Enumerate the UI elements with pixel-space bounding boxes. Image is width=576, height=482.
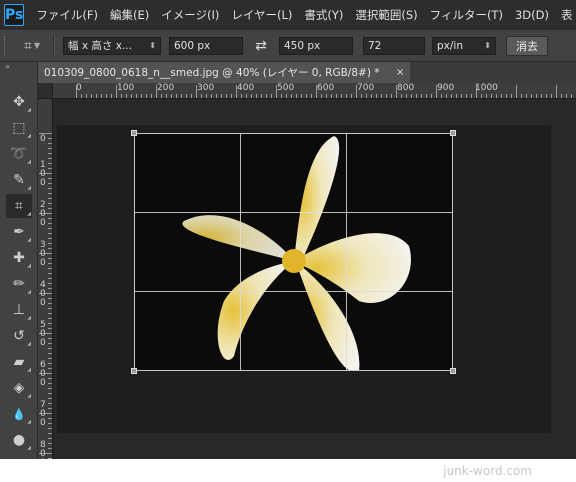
- resolution-input[interactable]: 72: [363, 36, 425, 55]
- menu-view[interactable]: 表: [561, 7, 573, 23]
- divider: [53, 34, 55, 57]
- menu-layer[interactable]: レイヤー(L): [231, 7, 292, 23]
- menu-file[interactable]: ファイル(F): [36, 7, 98, 23]
- clone-stamp-tool-icon: ⊥: [12, 302, 26, 318]
- photoshop-logo: Ps: [4, 4, 25, 26]
- vertical-ruler[interactable]: 0 1 0 0 2 0 0 3 0 0 4 0 0 5 0 0 6 0 0 7 …: [38, 99, 53, 459]
- crop-handle-bottom-right[interactable]: [450, 368, 456, 374]
- crop-handle-top-right[interactable]: [450, 130, 456, 136]
- eyedropper-tool[interactable]: ✒ ◢: [6, 220, 32, 244]
- quick-selection-tool-icon: ✎: [13, 172, 25, 188]
- close-icon[interactable]: ×: [396, 62, 408, 83]
- menu-type[interactable]: 書式(Y): [304, 7, 343, 23]
- healing-brush-tool[interactable]: ✚ ◢: [6, 246, 32, 270]
- eraser-tool[interactable]: ▰ ◢: [6, 350, 32, 374]
- watermark-text: junk-word.com: [443, 463, 532, 478]
- ruler-label: 6 0 0: [40, 360, 46, 388]
- lasso-tool-icon: ➰: [10, 146, 28, 162]
- crop-tool[interactable]: ⌗ ◢: [6, 194, 32, 218]
- eyedropper-tool-icon: ✒: [13, 224, 25, 240]
- document-tab-bar: 010309_0800_0618_n__smed.jpg @ 40% (レイヤー…: [38, 62, 576, 83]
- blur-tool-icon: 💧: [12, 407, 26, 421]
- updown-arrow-icon: ⬍: [149, 41, 156, 50]
- crop-handle-top-left[interactable]: [131, 130, 137, 136]
- crop-box[interactable]: [134, 133, 453, 371]
- updown-arrow-icon: ⬍: [484, 41, 491, 50]
- crop-grid-line: [135, 212, 452, 213]
- history-brush-tool-icon: ↺: [13, 328, 25, 344]
- marquee-tool[interactable]: ⬚ ◢: [6, 116, 32, 140]
- clone-stamp-tool[interactable]: ⊥ ◢: [6, 298, 32, 322]
- document-tab-title: 010309_0800_0618_n__smed.jpg @ 40% (レイヤー…: [44, 67, 380, 79]
- ruler-label: 200: [157, 83, 175, 93]
- ruler-label: 800: [397, 83, 415, 93]
- ruler-label: 400: [237, 83, 255, 93]
- ruler-label: 3 0 0: [40, 240, 46, 268]
- clear-button[interactable]: 消去: [506, 35, 548, 56]
- ruler-label: 100: [117, 83, 135, 93]
- resolution-unit-label: px/in: [437, 39, 463, 52]
- height-input[interactable]: 450 px: [279, 36, 353, 55]
- ruler-label: 300: [197, 83, 215, 93]
- marquee-tool-icon: ⬚: [12, 120, 26, 136]
- ruler-label: 5 0 0: [40, 320, 46, 348]
- crop-grid-line: [240, 134, 241, 370]
- document-tab[interactable]: 010309_0800_0618_n__smed.jpg @ 40% (レイヤー…: [38, 62, 410, 83]
- width-input[interactable]: 600 px: [169, 36, 243, 55]
- ruler-label: 2 0 0: [40, 200, 46, 228]
- ruler-label: 1 0 0: [40, 160, 46, 188]
- dodge-tool-icon: ●: [12, 432, 26, 448]
- healing-brush-tool-icon: ✚: [13, 250, 25, 266]
- move-tool-icon: ✥: [13, 94, 25, 110]
- aspect-ratio-label: 幅 x 高さ x...: [68, 40, 132, 52]
- aspect-ratio-dropdown[interactable]: 幅 x 高さ x... ⬍: [63, 36, 161, 55]
- ruler-label: 700: [357, 83, 375, 93]
- tools-panel: » ✥ ◢ ⬚ ◢ ➰ ◢ ✎ ◢ ⌗ ◢ ✒ ◢ ✚ ◢ ✏ ◢ ⊥ ◢ ↺ ◢ ▰ ◢ ◈ ◢ 💧 ◢…: [0, 62, 38, 482]
- options-bar: ⌗ ▼ 幅 x 高さ x... ⬍ 600 px ⇄ 450 px 72 px/i…: [0, 30, 576, 62]
- menu-filter[interactable]: フィルター(T): [430, 7, 503, 23]
- menu-edit[interactable]: 編集(E): [110, 7, 149, 23]
- quick-selection-tool[interactable]: ✎ ◢: [6, 168, 32, 192]
- horizontal-ruler[interactable]: 0 100 200 300 400 500 600 700 800 900 10…: [53, 83, 576, 99]
- crop-grid-line: [346, 134, 347, 370]
- eraser-tool-icon: ▰: [13, 354, 25, 370]
- swap-arrows-icon[interactable]: ⇄: [250, 38, 272, 54]
- paint-bucket-tool-icon: ◈: [13, 380, 25, 396]
- options-bar-grip[interactable]: [4, 35, 9, 56]
- crop-icon: ⌗: [23, 37, 32, 54]
- ruler-label: 8 0 0: [40, 440, 46, 460]
- ruler-label: 500: [277, 83, 295, 93]
- dodge-tool[interactable]: ● ◢: [6, 428, 32, 452]
- ruler-label: 600: [317, 83, 335, 93]
- ruler-label: 0: [76, 83, 82, 93]
- footer-strip: junk-word.com: [0, 459, 576, 482]
- resolution-unit-dropdown[interactable]: px/in ⬍: [432, 36, 496, 55]
- crop-tool-icon: ⌗: [15, 198, 23, 214]
- ruler-origin[interactable]: [38, 83, 53, 99]
- menu-bar: Ps ファイル(F) 編集(E) イメージ(I) レイヤー(L) 書式(Y) 選…: [0, 0, 576, 30]
- menu-3d[interactable]: 3D(D): [515, 8, 549, 22]
- ruler-label: 4 0 0: [40, 280, 46, 308]
- ruler-label: 0: [40, 134, 46, 144]
- lasso-tool[interactable]: ➰ ◢: [6, 142, 32, 166]
- move-tool[interactable]: ✥ ◢: [6, 90, 32, 114]
- menu-image[interactable]: イメージ(I): [161, 7, 219, 23]
- ruler-label: 7 0 0: [40, 400, 46, 428]
- crop-grid-line: [135, 291, 452, 292]
- paint-bucket-tool[interactable]: ◈ ◢: [6, 376, 32, 400]
- brush-tool[interactable]: ✏ ◢: [6, 272, 32, 296]
- panel-collapse-icon[interactable]: »: [0, 62, 37, 74]
- crop-handle-bottom-left[interactable]: [131, 368, 137, 374]
- brush-tool-icon: ✏: [13, 276, 25, 292]
- chevron-down-icon: ▼: [33, 41, 41, 50]
- ruler-label: 900: [437, 83, 455, 93]
- menu-select[interactable]: 選択範囲(S): [355, 7, 417, 23]
- blur-tool[interactable]: 💧 ◢: [6, 402, 32, 426]
- tool-preset-picker[interactable]: ⌗ ▼: [19, 35, 45, 57]
- history-brush-tool[interactable]: ↺ ◢: [6, 324, 32, 348]
- ruler-label: 1000: [475, 83, 498, 93]
